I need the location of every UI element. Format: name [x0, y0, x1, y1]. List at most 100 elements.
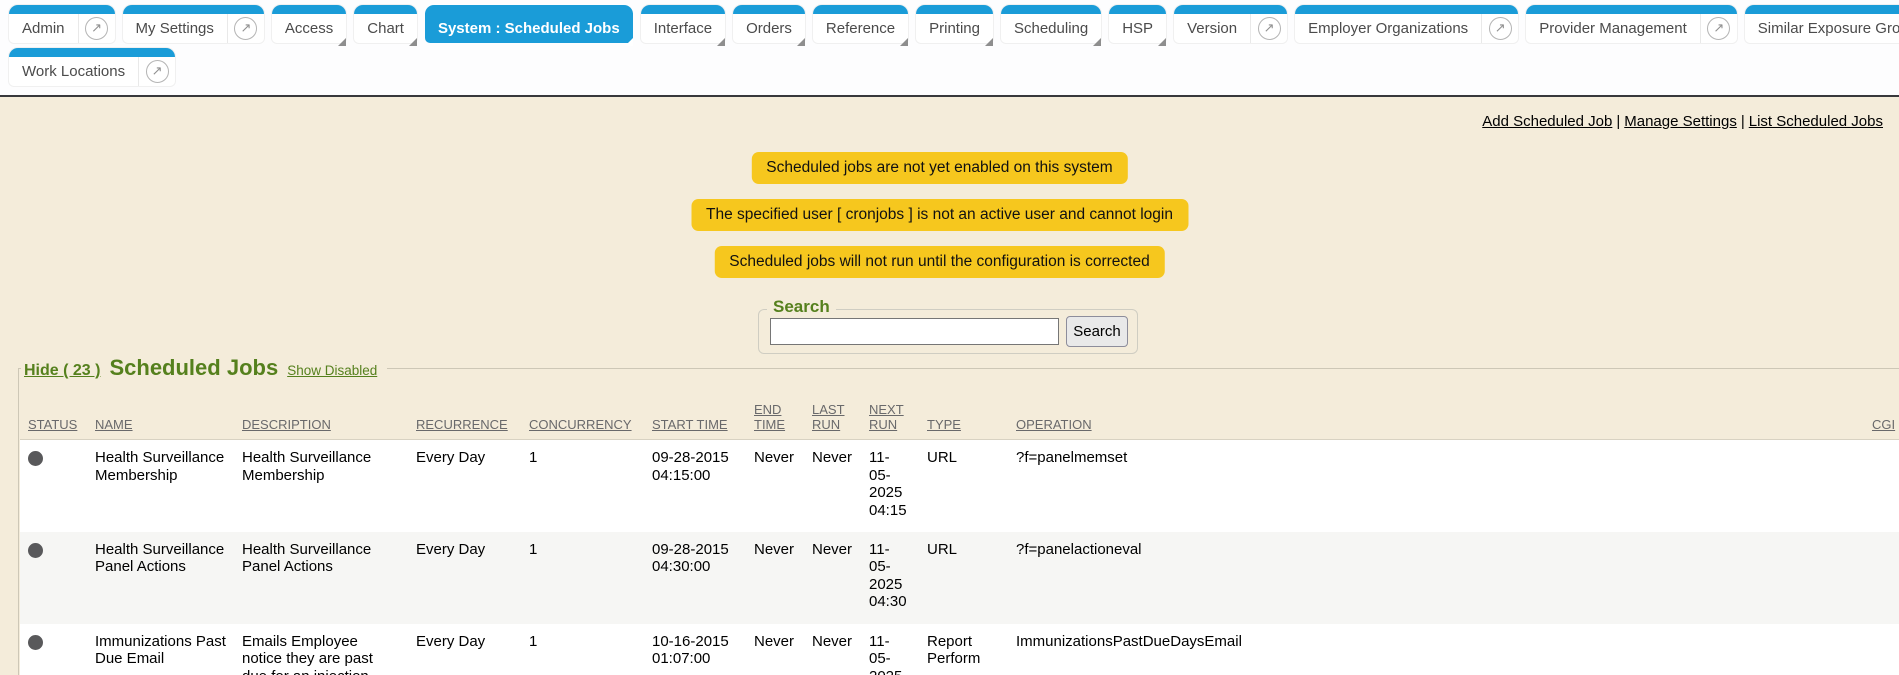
- status-dot-icon: [28, 451, 43, 466]
- tab-popout-button[interactable]: ↗: [1481, 14, 1518, 43]
- submenu-fold-icon: [625, 38, 633, 46]
- tab-hsp[interactable]: HSP: [1109, 5, 1166, 43]
- col-header-end-time[interactable]: END TIME: [746, 386, 804, 440]
- tab-reference[interactable]: Reference: [813, 5, 908, 43]
- cell-concurrency: 1: [521, 440, 644, 532]
- list-scheduled-jobs-link[interactable]: List Scheduled Jobs: [1749, 113, 1883, 130]
- alert-banner: The specified user [ cronjobs ] is not a…: [691, 199, 1188, 231]
- tab-version[interactable]: Version ↗: [1174, 5, 1287, 43]
- tab-label: My Settings: [123, 14, 227, 43]
- cell-status: [20, 440, 87, 532]
- tab-label: Similar Exposure Groups (SEGs): [1745, 14, 1899, 43]
- cell-next-run: 11-05-2025 04:30: [861, 532, 919, 624]
- tab-similar-exposure-groups[interactable]: Similar Exposure Groups (SEGs) ↗: [1745, 5, 1899, 43]
- cell-type: Report Perform: [919, 624, 1008, 675]
- tab-label: Employer Organizations: [1295, 14, 1481, 43]
- show-disabled-link[interactable]: Show Disabled: [287, 363, 377, 378]
- col-header-start-time[interactable]: START TIME: [644, 386, 746, 440]
- tab-employer-organizations[interactable]: Employer Organizations ↗: [1295, 5, 1518, 43]
- cell-description: Health Surveillance Panel Actions: [234, 532, 408, 624]
- tab-row-1: Admin ↗ My Settings ↗ Access Chart Syste…: [9, 5, 1899, 43]
- table-row: Health Surveillance Membership Health Su…: [20, 440, 1899, 532]
- col-header-last-run[interactable]: LAST RUN: [804, 386, 861, 440]
- external-link-icon: ↗: [1707, 17, 1730, 40]
- tab-chart[interactable]: Chart: [354, 5, 417, 43]
- cell-last-run: Never: [804, 532, 861, 624]
- hide-count-link[interactable]: Hide ( 23 ): [24, 362, 100, 380]
- cell-type: URL: [919, 440, 1008, 532]
- tab-label: Provider Management: [1526, 14, 1700, 43]
- scheduled-jobs-table: STATUS NAME DESCRIPTION RECURRENCE CONCU…: [20, 386, 1899, 675]
- tab-my-settings[interactable]: My Settings ↗: [123, 5, 264, 43]
- col-header-next-run[interactable]: NEXT RUN: [861, 386, 919, 440]
- cell-type: URL: [919, 532, 1008, 624]
- col-header-operation[interactable]: OPERATION: [1008, 386, 1864, 440]
- submenu-fold-icon: [1093, 38, 1101, 46]
- col-header-name[interactable]: NAME: [87, 386, 234, 440]
- col-header-description[interactable]: DESCRIPTION: [234, 386, 408, 440]
- link-separator: |: [1737, 113, 1749, 130]
- submenu-fold-icon: [900, 38, 908, 46]
- cell-next-run: 11-05-2025 04:15: [861, 440, 919, 532]
- tab-label: Orders: [733, 14, 805, 43]
- tab-interface[interactable]: Interface: [641, 5, 725, 43]
- submenu-fold-icon: [985, 38, 993, 46]
- tab-label: Interface: [641, 14, 725, 43]
- tab-work-locations[interactable]: Work Locations ↗: [9, 48, 175, 86]
- col-header-concurrency[interactable]: CONCURRENCY: [521, 386, 644, 440]
- external-link-icon: ↗: [85, 17, 108, 40]
- col-header-cgi[interactable]: CGI: [1864, 386, 1899, 440]
- cell-status: [20, 624, 87, 675]
- cell-operation: ?f=panelmemset: [1008, 440, 1864, 532]
- table-header-row: STATUS NAME DESCRIPTION RECURRENCE CONCU…: [20, 386, 1899, 440]
- cell-status: [20, 532, 87, 624]
- status-dot-icon: [28, 635, 43, 650]
- tab-popout-button[interactable]: ↗: [1250, 14, 1287, 43]
- tab-scheduling[interactable]: Scheduling: [1001, 5, 1101, 43]
- tab-provider-management[interactable]: Provider Management ↗: [1526, 5, 1737, 43]
- cell-operation: ?f=panelactioneval: [1008, 532, 1864, 624]
- cell-description: Emails Employee notice they are past due…: [234, 624, 408, 675]
- search-input[interactable]: [770, 318, 1059, 345]
- col-header-type[interactable]: TYPE: [919, 386, 1008, 440]
- page-action-links: Add Scheduled Job|Manage Settings|List S…: [1482, 113, 1883, 130]
- cell-concurrency: 1: [521, 624, 644, 675]
- cell-end-time: Never: [746, 532, 804, 624]
- tab-printing[interactable]: Printing: [916, 5, 993, 43]
- tab-popout-button[interactable]: ↗: [227, 14, 264, 43]
- tab-popout-button[interactable]: ↗: [138, 57, 175, 86]
- tab-orders[interactable]: Orders: [733, 5, 805, 43]
- tab-popout-button[interactable]: ↗: [1700, 14, 1737, 43]
- table-row: Immunizations Past Due Email Emails Empl…: [20, 624, 1899, 675]
- tab-label: Work Locations: [9, 57, 138, 86]
- external-link-icon: ↗: [1258, 17, 1281, 40]
- submenu-fold-icon: [717, 38, 725, 46]
- tab-system-scheduled-jobs[interactable]: System : Scheduled Jobs: [425, 5, 633, 43]
- submenu-fold-icon: [1158, 38, 1166, 46]
- col-header-status[interactable]: STATUS: [20, 386, 87, 440]
- tab-admin[interactable]: Admin ↗: [9, 5, 115, 43]
- tab-label: Scheduling: [1001, 14, 1101, 43]
- external-link-icon: ↗: [234, 17, 257, 40]
- cell-recurrence: Every Day: [408, 624, 521, 675]
- tab-row-2: Work Locations ↗: [9, 48, 175, 86]
- cell-name: Immunizations Past Due Email: [87, 624, 234, 675]
- alert-banner: Scheduled jobs are not yet enabled on th…: [751, 152, 1127, 184]
- tab-access[interactable]: Access: [272, 5, 346, 43]
- add-scheduled-job-link[interactable]: Add Scheduled Job: [1482, 113, 1612, 130]
- tab-label: Chart: [354, 14, 417, 43]
- cell-cgi: [1864, 624, 1899, 675]
- manage-settings-link[interactable]: Manage Settings: [1624, 113, 1737, 130]
- cell-description: Health Surveillance Membership: [234, 440, 408, 532]
- tab-label: System : Scheduled Jobs: [425, 14, 633, 43]
- app-screen: Admin ↗ My Settings ↗ Access Chart Syste…: [0, 0, 1899, 675]
- status-dot-icon: [28, 543, 43, 558]
- cell-cgi: [1864, 440, 1899, 532]
- col-header-recurrence[interactable]: RECURRENCE: [408, 386, 521, 440]
- scheduled-jobs-fieldset: Hide ( 23 ) Scheduled Jobs Show Disabled…: [18, 368, 1899, 675]
- tab-popout-button[interactable]: ↗: [78, 14, 115, 43]
- section-title: Scheduled Jobs: [109, 355, 278, 381]
- cell-recurrence: Every Day: [408, 532, 521, 624]
- cell-last-run: Never: [804, 624, 861, 675]
- search-button[interactable]: Search: [1066, 316, 1128, 347]
